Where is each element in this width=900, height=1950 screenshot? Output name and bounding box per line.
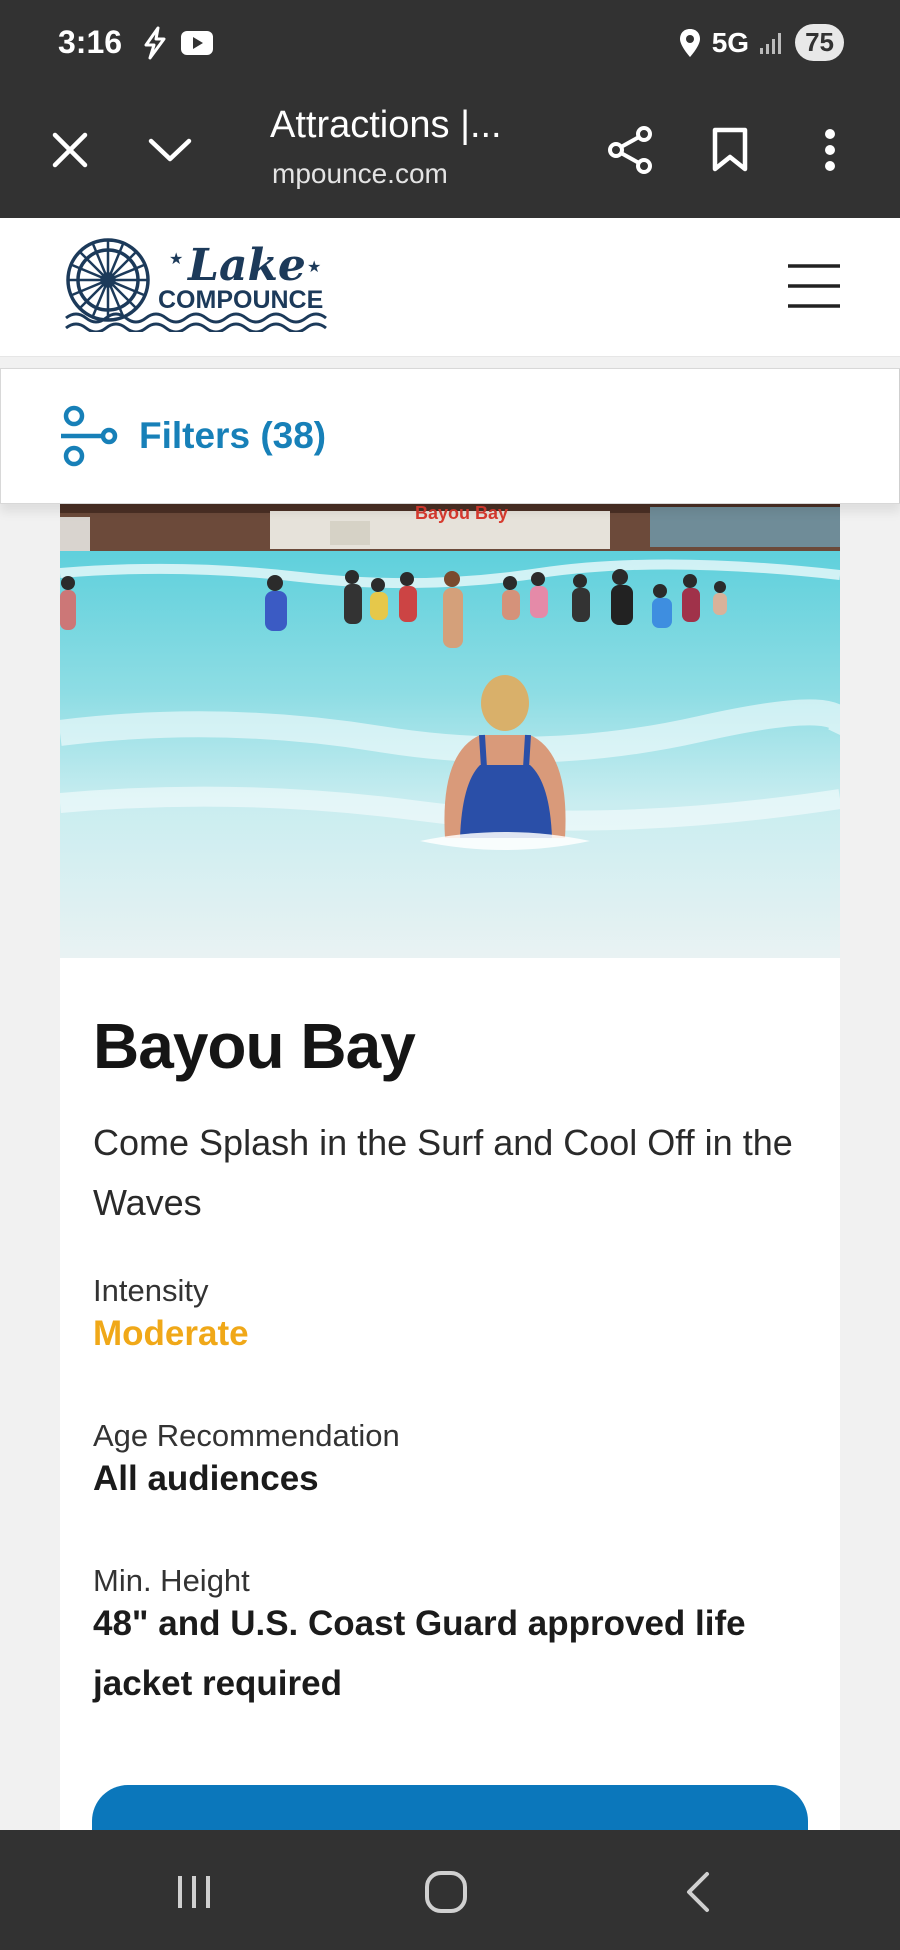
- chevron-down-icon: [148, 138, 192, 162]
- more-vertical-icon: [825, 129, 835, 171]
- bookmark-button[interactable]: [700, 120, 760, 180]
- location-icon: [679, 28, 700, 57]
- bookmark-icon: [712, 127, 748, 172]
- home-icon: [425, 1871, 467, 1913]
- page-url[interactable]: mpounce.com: [272, 158, 448, 190]
- battery-indicator: 75: [795, 24, 844, 61]
- bayou-bay-sign: Bayou Bay: [415, 503, 508, 523]
- lightning-notification-icon: [144, 26, 166, 60]
- minimize-button[interactable]: [140, 120, 200, 180]
- filters-button[interactable]: Filters (38): [0, 368, 900, 504]
- attraction-card[interactable]: Bayou Bay Bayou Bay Come Splash in the S…: [60, 503, 840, 1865]
- system-navigation-bar: [0, 1830, 900, 1950]
- close-tab-button[interactable]: [40, 120, 100, 180]
- svg-text:★: ★: [307, 257, 321, 276]
- site-header: ★ ★ Lake COMPOUNCE: [0, 218, 900, 357]
- browser-toolbar: Attractions |... mpounce.com: [0, 90, 900, 218]
- more-options-button[interactable]: [800, 120, 860, 180]
- filters-label: Filters (38): [139, 415, 327, 456]
- attraction-image: Bayou Bay: [60, 503, 840, 958]
- attraction-subtitle: Come Splash in the Surf and Cool Off in …: [93, 1122, 793, 1223]
- logo-script-text: Lake: [186, 240, 306, 291]
- menu-icon: [788, 264, 840, 308]
- age-recommendation-value: All audiences: [93, 1459, 319, 1498]
- logo-graphic: ★ ★ Lake COMPOUNCE: [65, 238, 327, 334]
- min-height-value: 48" and U.S. Coast Guard approved life j…: [93, 1604, 746, 1703]
- recent-apps-icon: [178, 1876, 210, 1908]
- recent-apps-button[interactable]: [164, 1864, 224, 1920]
- intensity-value: Moderate: [93, 1314, 249, 1353]
- attraction-title[interactable]: Bayou Bay: [93, 1009, 416, 1083]
- back-icon: [687, 1872, 709, 1912]
- network-type: 5G: [711, 26, 750, 58]
- signal-icon: [760, 32, 782, 54]
- back-button[interactable]: [668, 1864, 728, 1920]
- share-icon: [608, 126, 652, 174]
- status-bar: 3:16 5G 75: [0, 0, 900, 90]
- lake-compounce-logo[interactable]: ★ ★ Lake COMPOUNCE: [64, 236, 330, 337]
- page-title[interactable]: Attractions |...: [270, 104, 502, 147]
- share-button[interactable]: [600, 120, 660, 180]
- status-time: 3:16: [58, 24, 123, 60]
- wave-pool-photo: Bayou Bay: [60, 503, 840, 958]
- close-icon: [52, 132, 88, 168]
- svg-text:★: ★: [169, 249, 183, 268]
- youtube-notification-icon: [181, 31, 213, 55]
- home-button[interactable]: [416, 1864, 476, 1920]
- hamburger-menu-button[interactable]: [786, 262, 842, 310]
- logo-word-text: COMPOUNCE: [158, 286, 323, 314]
- filter-sliders-icon: [61, 405, 118, 467]
